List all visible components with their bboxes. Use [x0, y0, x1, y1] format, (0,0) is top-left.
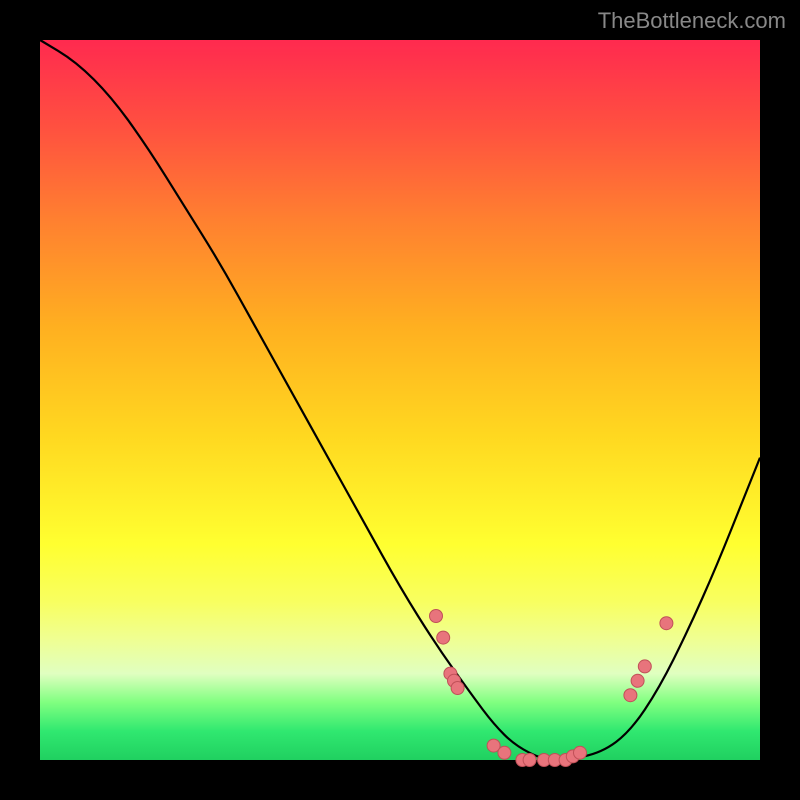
data-point: [631, 674, 644, 687]
data-point: [498, 746, 511, 759]
data-point: [437, 631, 450, 644]
data-point: [624, 689, 637, 702]
data-point: [574, 746, 587, 759]
chart-plot-area: [40, 40, 760, 760]
data-point: [638, 660, 651, 673]
chart-svg: [40, 40, 760, 760]
watermark-text: TheBottleneck.com: [598, 8, 786, 34]
data-point: [523, 754, 536, 767]
data-point: [451, 682, 464, 695]
data-point: [660, 617, 673, 630]
bottleneck-curve-line: [40, 40, 760, 760]
data-point: [430, 610, 443, 623]
